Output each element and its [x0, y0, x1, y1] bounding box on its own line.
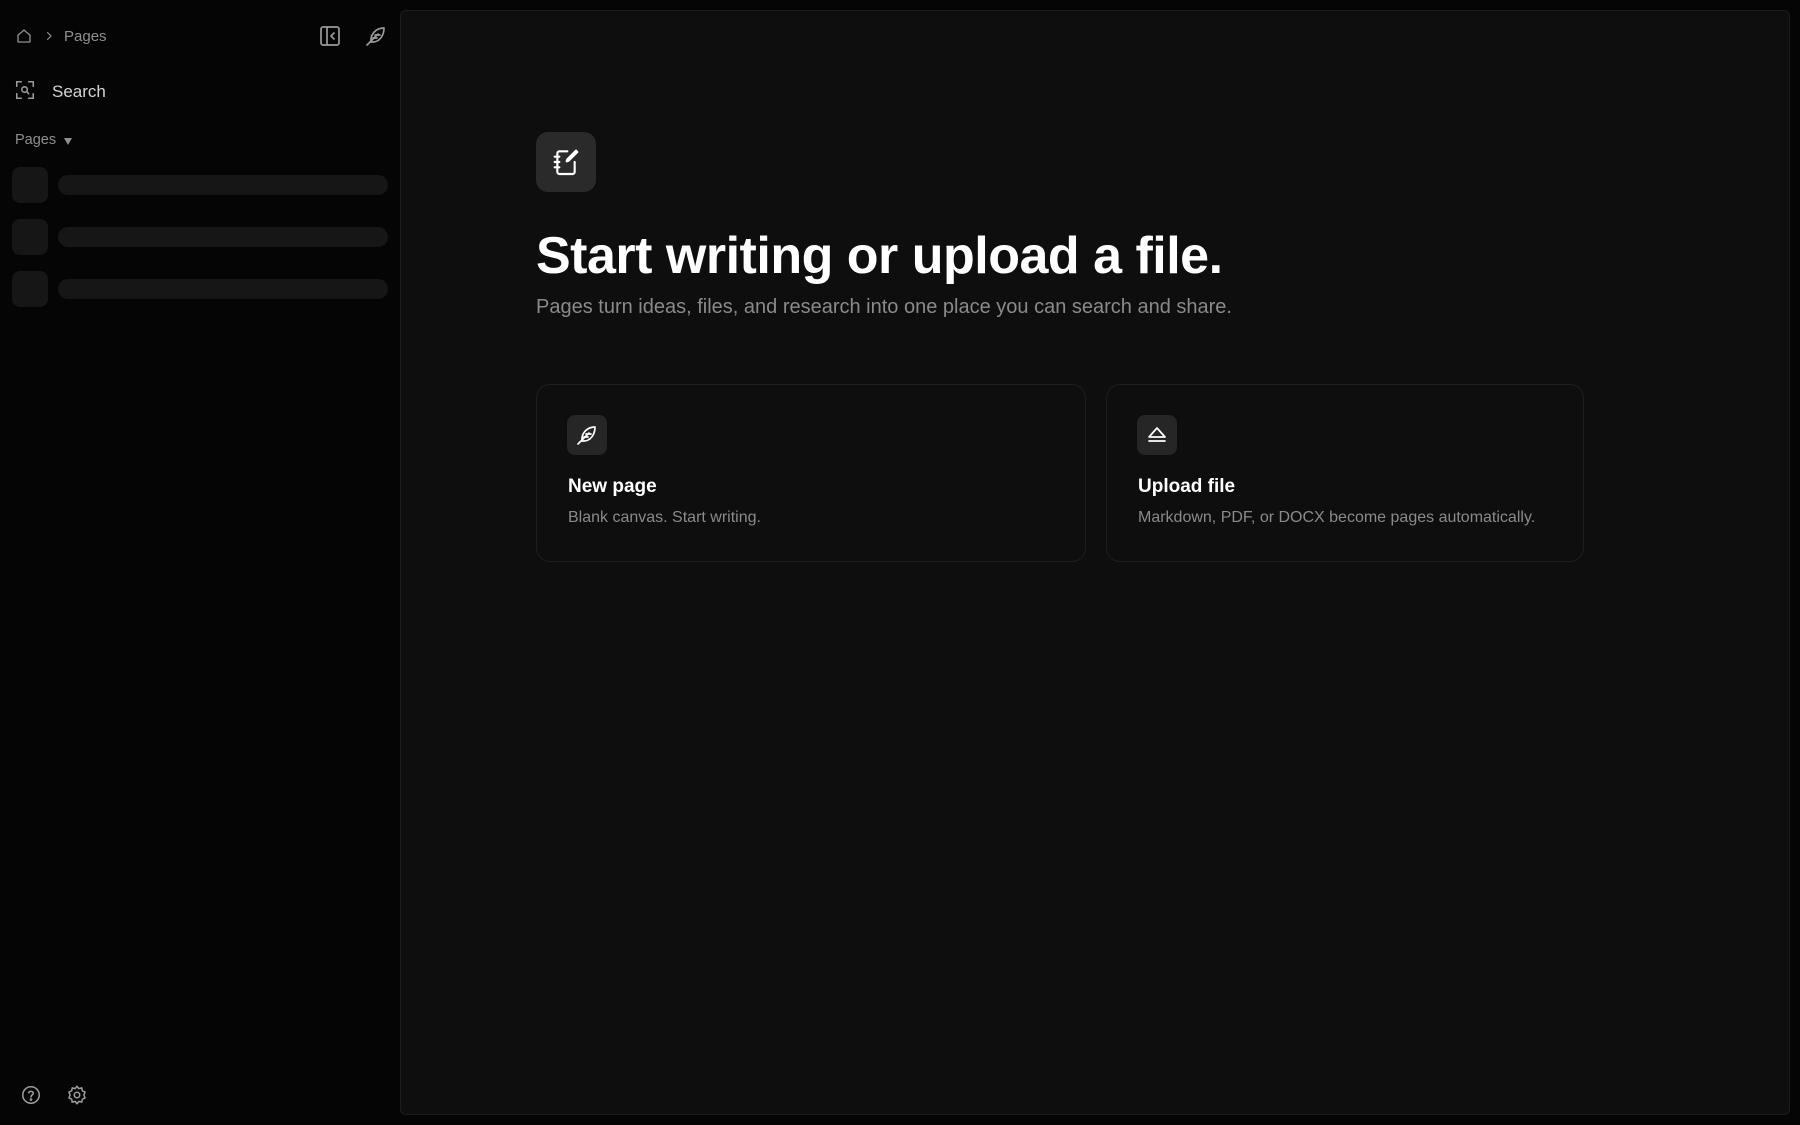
loading-list-item — [12, 271, 388, 307]
card-description: Blank canvas. Start writing. — [568, 509, 761, 526]
sidebar: Pages Search Pages — [0, 0, 400, 1125]
loading-icon-placeholder — [12, 271, 48, 307]
notebook-edit-icon — [536, 132, 596, 192]
card-title: New page — [568, 476, 657, 497]
upload-file-card[interactable]: Upload file Markdown, PDF, or DOCX becom… — [1106, 384, 1584, 562]
loading-title-placeholder — [57, 227, 388, 247]
breadcrumb: Pages — [14, 24, 107, 48]
card-description: Markdown, PDF, or DOCX become pages auto… — [1138, 509, 1536, 526]
pages-section-toggle[interactable]: Pages — [15, 130, 73, 150]
page-title: Start writing or upload a file. — [536, 227, 1223, 285]
loading-icon-placeholder — [12, 219, 48, 255]
main-panel: Start writing or upload a file. Pages tu… — [400, 10, 1790, 1115]
pages-section-label: Pages — [15, 132, 57, 148]
feather-icon[interactable] — [362, 22, 390, 50]
search-button[interactable]: Search — [14, 78, 384, 106]
sidebar-top-actions — [316, 22, 390, 50]
feather-icon — [567, 415, 607, 455]
loading-list-item — [12, 167, 388, 203]
loading-title-placeholder — [57, 175, 388, 195]
home-icon[interactable] — [14, 26, 34, 46]
pages-loading-list — [12, 167, 388, 323]
search-label: Search — [52, 82, 106, 101]
loading-list-item — [12, 219, 388, 255]
page-subtitle: Pages turn ideas, files, and research in… — [536, 296, 1232, 318]
app-window: Pages Search Pages Start writing or uplo… — [0, 0, 1800, 1125]
card-title: Upload file — [1138, 476, 1236, 497]
loading-icon-placeholder — [12, 167, 48, 203]
collapse-sidebar-icon[interactable] — [316, 22, 344, 50]
new-page-card[interactable]: New page Blank canvas. Start writing. — [536, 384, 1086, 562]
eject-upload-icon — [1137, 415, 1177, 455]
settings-icon[interactable] — [63, 1081, 91, 1109]
chevron-right-icon — [42, 29, 56, 43]
help-icon[interactable] — [17, 1081, 45, 1109]
caret-down-icon — [64, 137, 73, 145]
sidebar-bottom-actions — [17, 1081, 91, 1109]
breadcrumb-current[interactable]: Pages — [64, 28, 107, 45]
loading-title-placeholder — [57, 279, 388, 299]
search-icon — [14, 79, 36, 106]
